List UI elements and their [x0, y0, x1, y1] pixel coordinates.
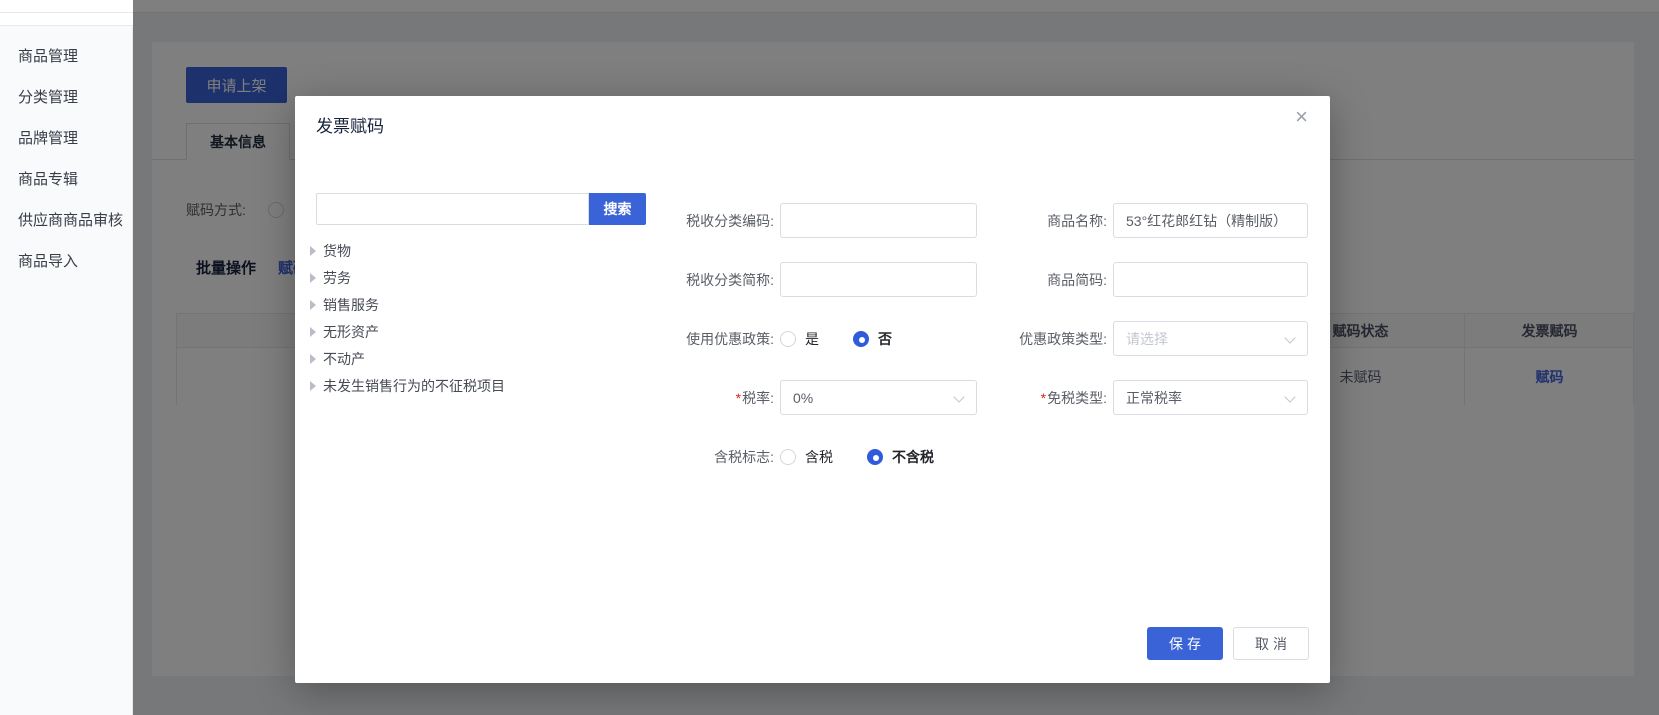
caret-right-icon: [310, 381, 316, 391]
tax-category-tree: 货物 劳务 销售服务 无形资产 不动产 未发生销售行为的不征税项目: [310, 237, 505, 399]
radio-icon: [780, 331, 796, 347]
tax-rate-label: *税率:: [595, 388, 774, 408]
product-name-label: 商品名称:: [915, 211, 1107, 231]
tax-flag-radio-included[interactable]: 含税: [780, 447, 833, 467]
sidebar-menu: 商品管理 分类管理 品牌管理 商品专辑 供应商商品审核 商品导入: [0, 13, 132, 281]
radio-icon: [780, 449, 796, 465]
caret-right-icon: [310, 273, 316, 283]
sidebar-item-product-management[interactable]: 商品管理: [0, 35, 132, 76]
policy-radio-yes[interactable]: 是: [780, 329, 819, 349]
caret-right-icon: [310, 246, 316, 256]
policy-type-label: 优惠政策类型:: [915, 329, 1107, 349]
policy-radio-group: 是 否: [780, 321, 926, 356]
cancel-button[interactable]: 取消: [1233, 627, 1309, 660]
caret-right-icon: [310, 300, 316, 310]
invoice-coding-modal: 发票赋码 × 搜索 货物 劳务 销售服务 无形资产 不动产: [295, 96, 1330, 683]
sidebar-item-product-album[interactable]: 商品专辑: [0, 158, 132, 199]
close-icon[interactable]: ×: [1295, 106, 1308, 128]
chevron-down-icon: [1284, 391, 1295, 402]
sidebar-item-supplier-product-review[interactable]: 供应商商品审核: [0, 199, 132, 240]
tree-item-intangible-assets[interactable]: 无形资产: [310, 318, 505, 345]
policy-label: 使用优惠政策:: [595, 329, 774, 349]
policy-type-select[interactable]: 请选择: [1113, 321, 1308, 356]
tax-flag-label: 含税标志:: [595, 447, 774, 467]
tax-free-type-label: *免税类型:: [915, 388, 1107, 408]
policy-radio-no[interactable]: 否: [853, 329, 892, 349]
required-mark: *: [736, 390, 741, 406]
sidebar-header-strip: [0, 13, 133, 26]
caret-right-icon: [310, 327, 316, 337]
product-code-input[interactable]: [1113, 262, 1308, 297]
tax-flag-radio-excluded[interactable]: 不含税: [867, 447, 934, 467]
modal-title: 发票赋码: [316, 112, 384, 137]
tree-item-services[interactable]: 劳务: [310, 264, 505, 291]
tree-item-non-taxable[interactable]: 未发生销售行为的不征税项目: [310, 372, 505, 399]
sidebar: 商品管理 分类管理 品牌管理 商品专辑 供应商商品审核 商品导入: [0, 13, 133, 715]
sidebar-item-brand-management[interactable]: 品牌管理: [0, 117, 132, 158]
tree-item-real-estate[interactable]: 不动产: [310, 345, 505, 372]
chevron-down-icon: [1284, 332, 1295, 343]
tax-abbr-label: 税收分类简称:: [595, 270, 774, 290]
tax-code-label: 税收分类编码:: [595, 211, 774, 231]
sidebar-item-product-import[interactable]: 商品导入: [0, 240, 132, 281]
required-mark: *: [1041, 390, 1046, 406]
tree-item-sales-services[interactable]: 销售服务: [310, 291, 505, 318]
product-name-input[interactable]: 53°红花郎红钻（精制版）: [1113, 203, 1308, 238]
sidebar-item-category-management[interactable]: 分类管理: [0, 76, 132, 117]
screen: 申请上架 基本信息 赋码方式: 批量操作 赋码 赋码状态 发票赋码 1 未赋码 …: [0, 0, 1659, 715]
radio-checked-icon: [867, 449, 883, 465]
caret-right-icon: [310, 354, 316, 364]
save-button[interactable]: 保存: [1147, 627, 1223, 660]
tree-item-goods[interactable]: 货物: [310, 237, 505, 264]
tax-free-type-select[interactable]: 正常税率: [1113, 380, 1308, 415]
product-code-label: 商品简码:: [915, 270, 1107, 290]
radio-checked-icon: [853, 331, 869, 347]
tax-flag-radio-group: 含税 不含税: [780, 439, 968, 474]
search-input[interactable]: [316, 193, 589, 225]
